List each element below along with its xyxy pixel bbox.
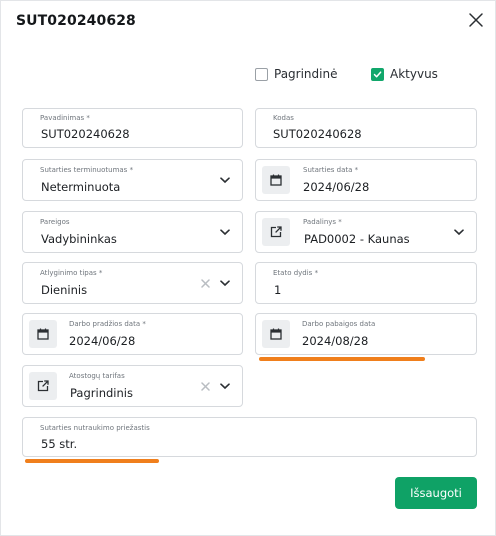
checkbox-aktyvus[interactable]: Aktyvus	[371, 67, 438, 81]
darbo-pradzios-data-value: 2024/06/28	[69, 334, 136, 348]
etato-dydis-label-text: Etato dydis	[273, 269, 313, 277]
pavadinimas-required-mark: *	[86, 114, 90, 122]
check-icon	[373, 70, 382, 77]
calendar-icon-glyph	[270, 174, 282, 186]
chevron-down-icon[interactable]	[220, 229, 230, 236]
save-button[interactable]: Išsaugoti	[395, 477, 477, 509]
atostogu-tarifas-select[interactable]: Atostogų tarifas Pagrindinis	[22, 365, 243, 407]
chevron-down-icon[interactable]	[454, 229, 464, 236]
darbo-pradzios-data-label: Darbo pradžios data *	[69, 320, 146, 328]
terminuotumas-value: Neterminuota	[41, 180, 121, 194]
atlyginimo-tipas-value: Dieninis	[41, 283, 88, 297]
sutarties-data-field[interactable]: Sutarties data * 2024/06/28	[255, 159, 477, 201]
highlight-underline	[25, 459, 159, 463]
clear-icon[interactable]	[201, 382, 210, 391]
sutarties-data-label: Sutarties data *	[303, 166, 358, 174]
calendar-icon[interactable]	[29, 320, 57, 348]
external-link-icon[interactable]	[262, 218, 290, 246]
checkbox-pagrindine-label: Pagrindinė	[274, 67, 338, 81]
terminuotumas-select[interactable]: Sutarties terminuotumas * Neterminuota	[22, 159, 243, 201]
darbo-pabaigos-data-label: Darbo pabaigos data	[302, 320, 376, 328]
nutraukimo-priezastis-value: 55 str.	[41, 437, 78, 451]
calendar-icon-glyph	[270, 328, 282, 340]
atlyginimo-tipas-required-mark: *	[98, 269, 103, 277]
checkbox-pagrindine[interactable]: Pagrindinė	[255, 67, 337, 81]
darbo-pabaigos-data-value: 2024/08/28	[302, 334, 369, 348]
pareigos-value: Vadybininkas	[41, 232, 117, 246]
pavadinimas-field[interactable]: Pavadinimas * SUT020240628	[22, 108, 243, 148]
darbo-pabaigos-data-field[interactable]: Darbo pabaigos data 2024/08/28	[255, 313, 477, 355]
atostogu-tarifas-label: Atostogų tarifas	[69, 372, 125, 380]
highlight-underline	[259, 357, 425, 361]
terminuotumas-label: Sutarties terminuotumas *	[40, 166, 133, 174]
atlyginimo-tipas-label-text: Atlyginimo tipas	[40, 269, 97, 277]
kodas-value: SUT020240628	[273, 127, 362, 141]
terminuotumas-required-mark: *	[129, 166, 134, 174]
nutraukimo-priezastis-field[interactable]: Sutarties nutraukimo priežastis 55 str.	[22, 417, 477, 457]
calendar-icon-glyph	[37, 328, 49, 340]
chevron-down-icon[interactable]	[220, 383, 230, 390]
atlyginimo-tipas-label: Atlyginimo tipas *	[40, 269, 102, 277]
nutraukimo-priezastis-label: Sutarties nutraukimo priežastis	[40, 424, 150, 432]
etato-dydis-value: 1	[274, 283, 282, 297]
checkbox-aktyvus-box[interactable]	[371, 67, 384, 81]
dialog-title: SUT020240628	[16, 13, 136, 29]
external-link-icon-glyph	[37, 380, 49, 392]
sutarties-data-value: 2024/06/28	[303, 180, 370, 194]
darbo-pradzios-data-label-text: Darbo pradžios data	[69, 320, 141, 328]
close-icon[interactable]	[467, 11, 485, 29]
checkbox-aktyvus-label: Aktyvus	[390, 67, 438, 81]
pavadinimas-label-text: Pavadinimas	[40, 114, 85, 122]
padalinys-select[interactable]: Padalinys * PAD0002 - Kaunas	[255, 211, 477, 253]
atostogu-tarifas-value: Pagrindinis	[70, 386, 133, 400]
atlyginimo-tipas-select[interactable]: Atlyginimo tipas * Dieninis	[22, 262, 243, 304]
padalinys-required-mark: *	[338, 218, 342, 226]
chevron-down-icon[interactable]	[220, 280, 230, 287]
pavadinimas-label: Pavadinimas *	[40, 114, 90, 122]
external-link-icon[interactable]	[29, 372, 57, 400]
terminuotumas-label-text: Sutarties terminuotumas	[40, 166, 128, 174]
darbo-pradzios-data-required-mark: *	[142, 320, 146, 328]
checkbox-pagrindine-box[interactable]	[255, 67, 268, 81]
pavadinimas-value: SUT020240628	[41, 127, 130, 141]
pareigos-label: Pareigos	[40, 218, 70, 226]
external-link-icon-glyph	[270, 226, 282, 238]
padalinys-label-text: Padalinys	[303, 218, 337, 226]
etato-dydis-required-mark: *	[314, 269, 319, 277]
calendar-icon[interactable]	[262, 320, 290, 348]
sutarties-data-label-text: Sutarties data	[303, 166, 353, 174]
contract-dialog: SUT020240628 Pagrindinė Aktyvus Pavadini…	[0, 0, 496, 536]
chevron-down-icon[interactable]	[220, 177, 230, 184]
pareigos-select[interactable]: Pareigos Vadybininkas	[22, 211, 243, 253]
kodas-label: Kodas	[273, 114, 294, 122]
darbo-pradzios-data-field[interactable]: Darbo pradžios data * 2024/06/28	[22, 313, 243, 355]
kodas-field[interactable]: Kodas SUT020240628	[255, 108, 477, 148]
etato-dydis-field[interactable]: Etato dydis * 1	[255, 262, 477, 304]
clear-icon[interactable]	[201, 279, 210, 288]
sutarties-data-required-mark: *	[354, 166, 359, 174]
calendar-icon[interactable]	[262, 166, 290, 194]
padalinys-label: Padalinys *	[303, 218, 342, 226]
padalinys-value: PAD0002 - Kaunas	[304, 232, 410, 246]
etato-dydis-label: Etato dydis *	[273, 269, 318, 277]
